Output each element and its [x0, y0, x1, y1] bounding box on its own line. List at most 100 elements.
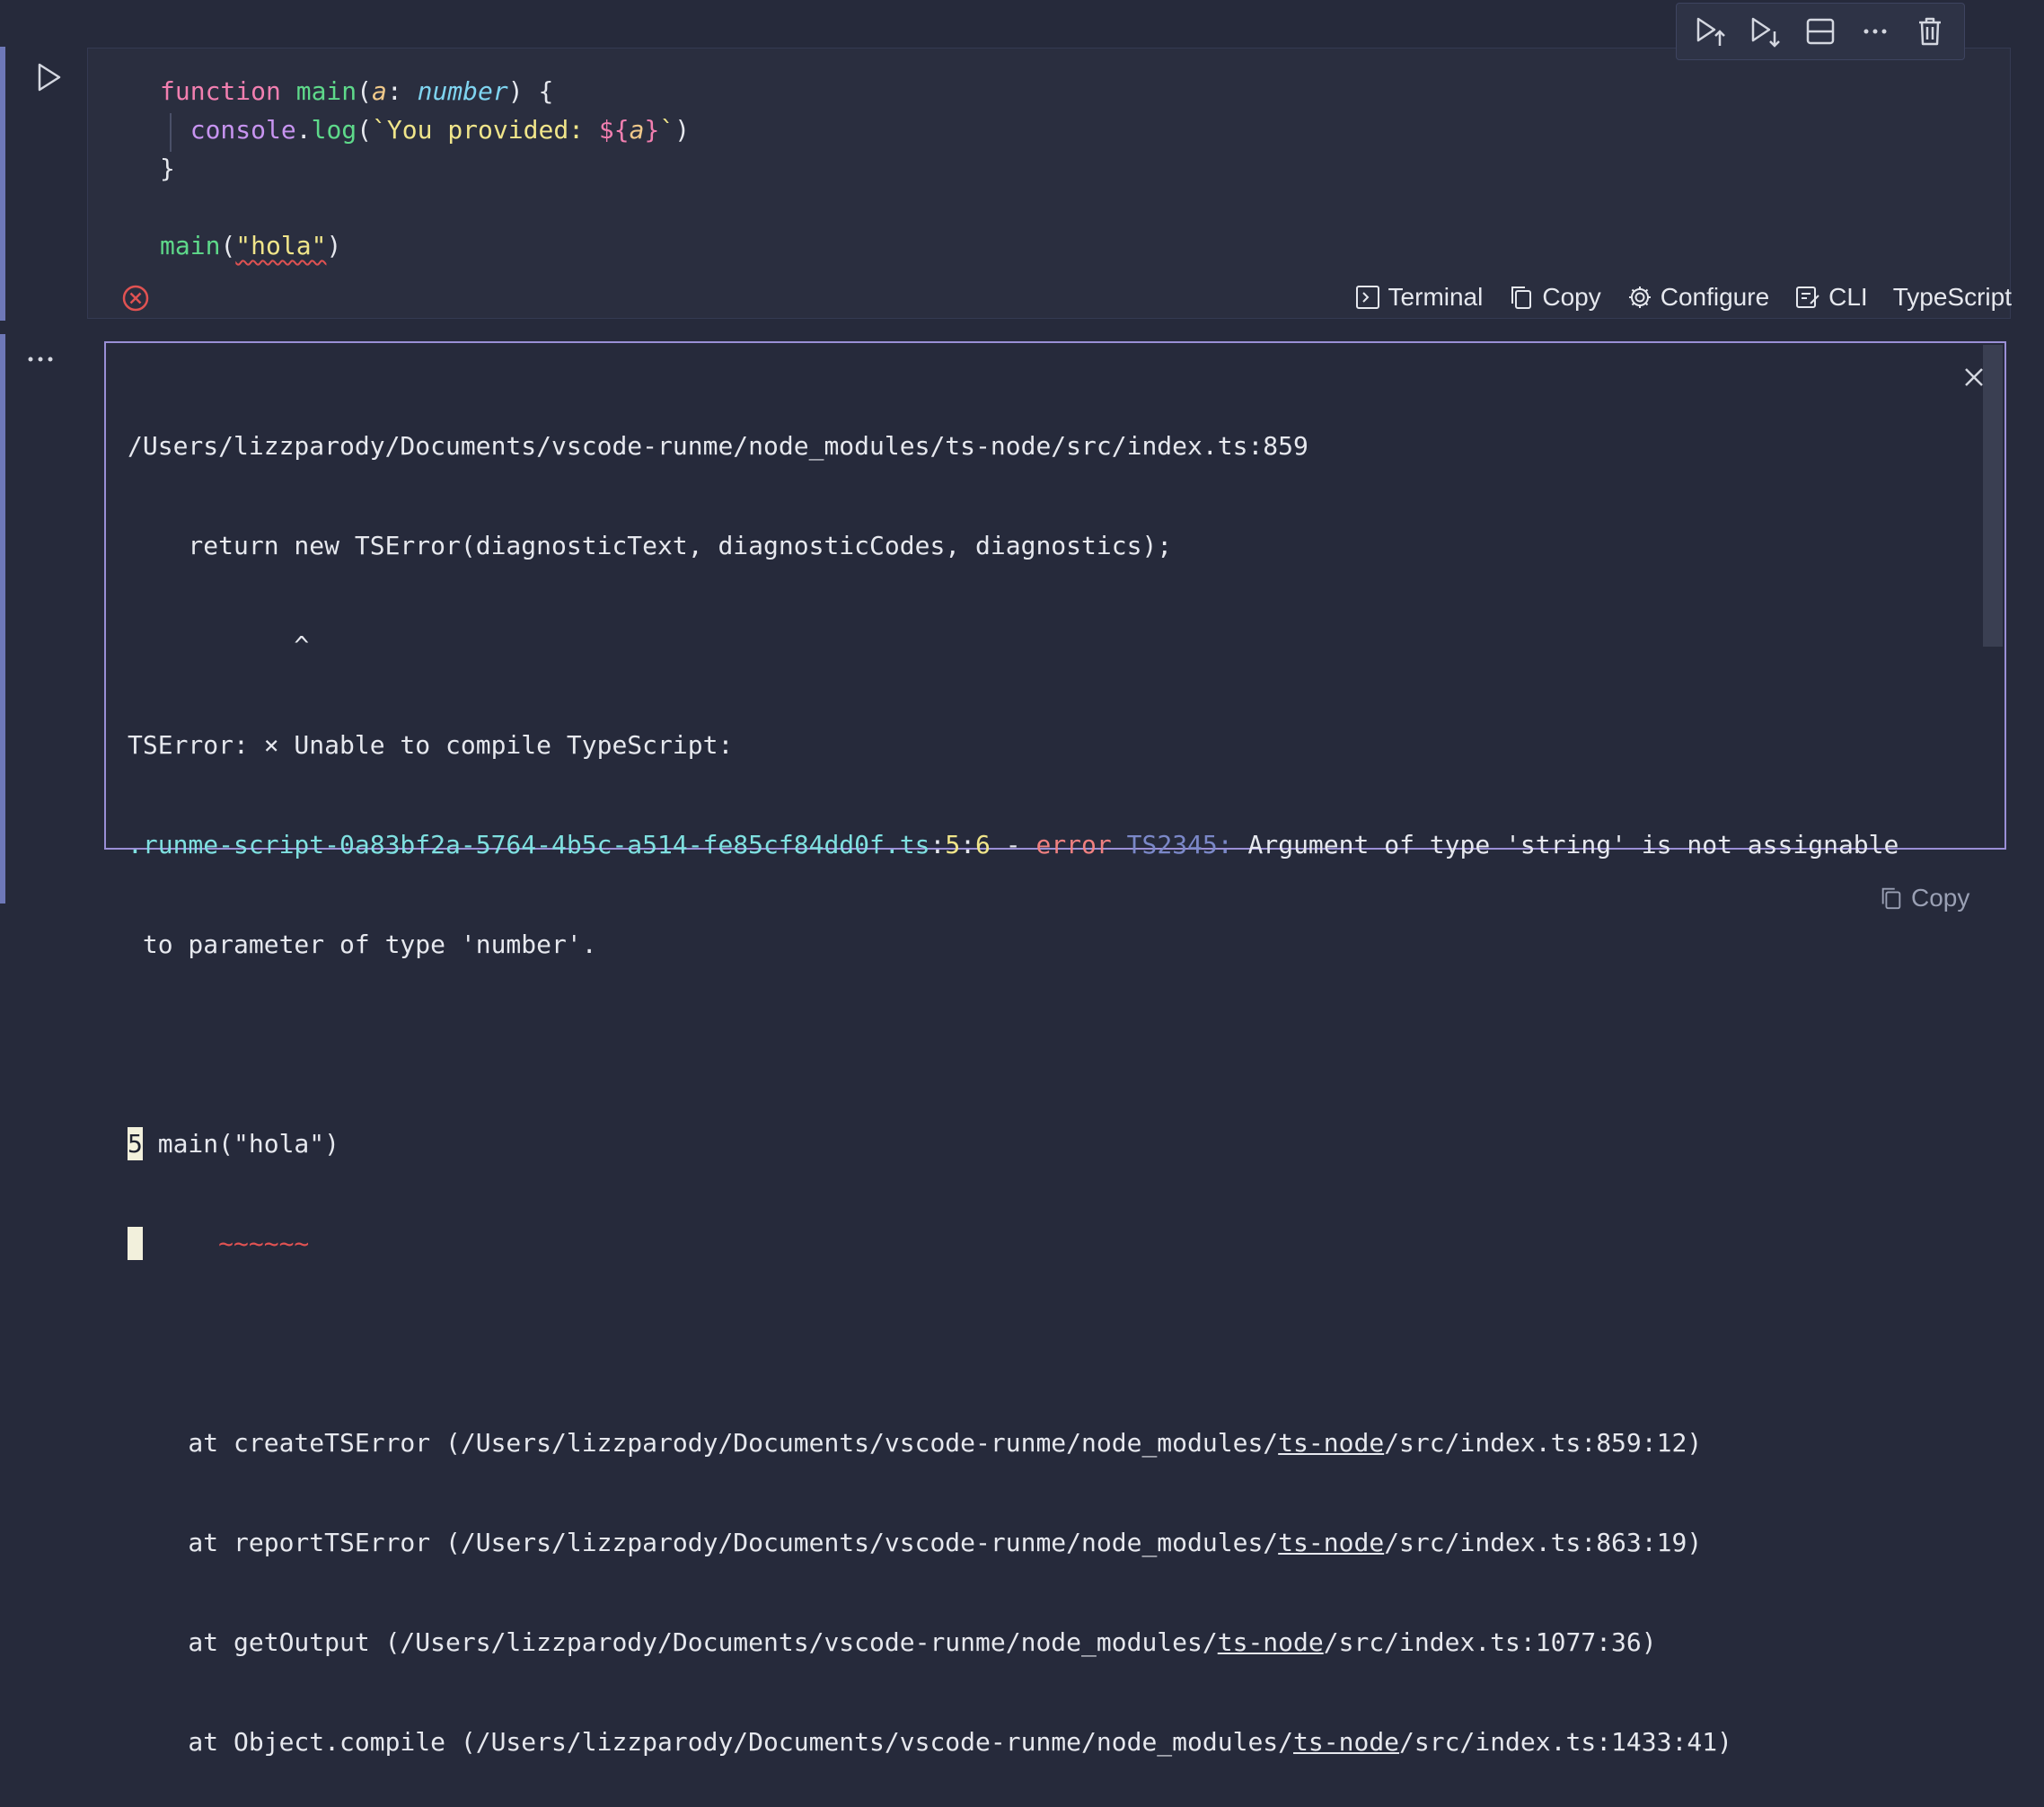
- punct: }: [160, 154, 175, 183]
- error-argument: "hola": [235, 231, 327, 260]
- output-more-button[interactable]: [20, 345, 61, 372]
- cli-button[interactable]: CLI: [1794, 283, 1868, 312]
- error-column: 6: [975, 830, 991, 859]
- close-output-button[interactable]: [1958, 361, 1990, 393]
- stack-text: /src/index.ts:1077:36): [1323, 1627, 1657, 1657]
- error-label: error: [1035, 830, 1112, 859]
- stack-text: at Object.compile (/Users/lizzparody/Doc…: [128, 1727, 1294, 1757]
- configure-label: Configure: [1660, 283, 1770, 311]
- more-icon: [28, 357, 53, 362]
- output-line: to parameter of type 'number'.: [128, 930, 597, 959]
- execution-error-status[interactable]: [120, 283, 151, 313]
- error-output-text: /Users/lizzparody/Documents/vscode-runme…: [128, 363, 1899, 1807]
- gear-icon: [1628, 286, 1651, 308]
- separator: :: [929, 830, 946, 859]
- function-call: main: [160, 231, 221, 260]
- copy-icon: [1881, 887, 1901, 910]
- stack-text: at createTSError (/Users/lizzparody/Docu…: [128, 1428, 1279, 1458]
- cli-icon: [1796, 286, 1819, 308]
- terminal-button[interactable]: Terminal: [1354, 283, 1484, 312]
- split-cell-button[interactable]: [1801, 12, 1840, 51]
- output-line: /Users/lizzparody/Documents/vscode-runme…: [128, 431, 1308, 461]
- object: console: [189, 115, 296, 145]
- cell-output: /Users/lizzparody/Documents/vscode-runme…: [104, 341, 2006, 1757]
- separator: :: [960, 830, 976, 859]
- trash-icon: [1918, 17, 1941, 46]
- stack-link[interactable]: ts-node: [1218, 1627, 1324, 1657]
- run-above-button[interactable]: [1691, 12, 1731, 51]
- play-icon: [38, 63, 61, 92]
- cell-toolbar: [1676, 3, 1965, 60]
- stack-text: at reportTSError (/Users/lizzparody/Docu…: [128, 1528, 1279, 1557]
- output-line: .runme-script-0a83bf2a-5764-4b5c-a514-fe…: [128, 828, 1899, 861]
- language-label: TypeScript: [1892, 283, 2012, 311]
- close-icon: [1965, 368, 1983, 386]
- cell-status-bar: Terminal Copy Configure CLI TypeScript: [1354, 278, 2012, 316]
- stack-text: at getOutput (/Users/lizzparody/Document…: [128, 1627, 1218, 1657]
- split-cell-icon: [1806, 18, 1835, 45]
- separator: [1112, 830, 1127, 859]
- more-actions-button[interactable]: [1855, 12, 1895, 51]
- run-below-button[interactable]: [1746, 12, 1785, 51]
- string: `You provided:: [372, 115, 599, 145]
- error-squiggle: ~~~~~~: [142, 1229, 310, 1258]
- cell-focus-indicator: [0, 47, 5, 321]
- error-code: TS2345:: [1126, 830, 1233, 859]
- output-focus-indicator: [0, 334, 5, 904]
- terminal-label: Terminal: [1388, 283, 1484, 311]
- string: `: [659, 115, 675, 145]
- template-close: }: [644, 115, 660, 145]
- output-line: TSError: × Unable to compile TypeScript:: [128, 730, 734, 760]
- error-message: Argument of type 'string' is not assigna…: [1232, 830, 1899, 859]
- copy-label: Copy: [1911, 884, 1970, 912]
- output-line: return new TSError(diagnosticText, diagn…: [128, 531, 1173, 560]
- keyword: function: [160, 76, 281, 106]
- stack-line: at getOutput (/Users/lizzparody/Document…: [128, 1626, 1899, 1659]
- run-cell-button[interactable]: [31, 59, 66, 95]
- more-icon: [1863, 29, 1887, 34]
- terminal-icon: [1355, 286, 1379, 309]
- stack-link[interactable]: ts-node: [1293, 1727, 1399, 1757]
- line-number: 5: [128, 1127, 143, 1160]
- language-selector[interactable]: TypeScript: [1893, 283, 2012, 312]
- punct: ): [326, 231, 342, 260]
- stack-text: /src/index.ts:859:12): [1384, 1428, 1703, 1458]
- punct: (: [357, 76, 373, 106]
- punct: (: [220, 231, 236, 260]
- type: number: [417, 76, 508, 106]
- error-circle-icon: [122, 285, 149, 312]
- stack-text: /src/index.ts:863:19): [1384, 1528, 1703, 1557]
- function-name: main: [295, 76, 357, 106]
- source-snippet: main("hola"): [142, 1129, 340, 1159]
- template-var: a: [629, 115, 645, 145]
- error-file: .runme-script-0a83bf2a-5764-4b5c-a514-fe…: [128, 830, 930, 859]
- copy-button[interactable]: Copy: [1508, 283, 1601, 312]
- punct: ): [674, 115, 691, 145]
- punct: .: [295, 115, 312, 145]
- output-line: ^: [128, 630, 310, 660]
- stack-link[interactable]: ts-node: [1278, 1428, 1384, 1458]
- code-editor[interactable]: function main(a: number) { console.log(`…: [160, 72, 690, 265]
- punct: (: [357, 115, 373, 145]
- stack-line: at Object.compile (/Users/lizzparody/Doc…: [128, 1725, 1899, 1759]
- stack-link[interactable]: ts-node: [1278, 1528, 1384, 1557]
- punct: :: [386, 76, 418, 106]
- cli-label: CLI: [1828, 283, 1868, 311]
- output-line: 5 main("hola"): [128, 1127, 1899, 1160]
- output-line: ~~~~~~: [128, 1227, 1899, 1260]
- param: a: [372, 76, 387, 106]
- run-below-icon: [1751, 17, 1781, 48]
- configure-button[interactable]: Configure: [1626, 283, 1769, 312]
- code-line-3: }: [160, 149, 690, 188]
- stack-text: /src/index.ts:1433:41): [1399, 1727, 1732, 1757]
- copy-label: Copy: [1542, 283, 1601, 311]
- code-line-5: main("hola"): [160, 226, 690, 265]
- run-above-icon: [1697, 17, 1726, 46]
- output-copy-button[interactable]: Copy: [1879, 884, 1969, 912]
- copy-icon: [1511, 286, 1532, 309]
- delete-cell-button[interactable]: [1910, 12, 1950, 51]
- code-line-1: function main(a: number) {: [160, 72, 690, 110]
- template-open: ${: [598, 115, 630, 145]
